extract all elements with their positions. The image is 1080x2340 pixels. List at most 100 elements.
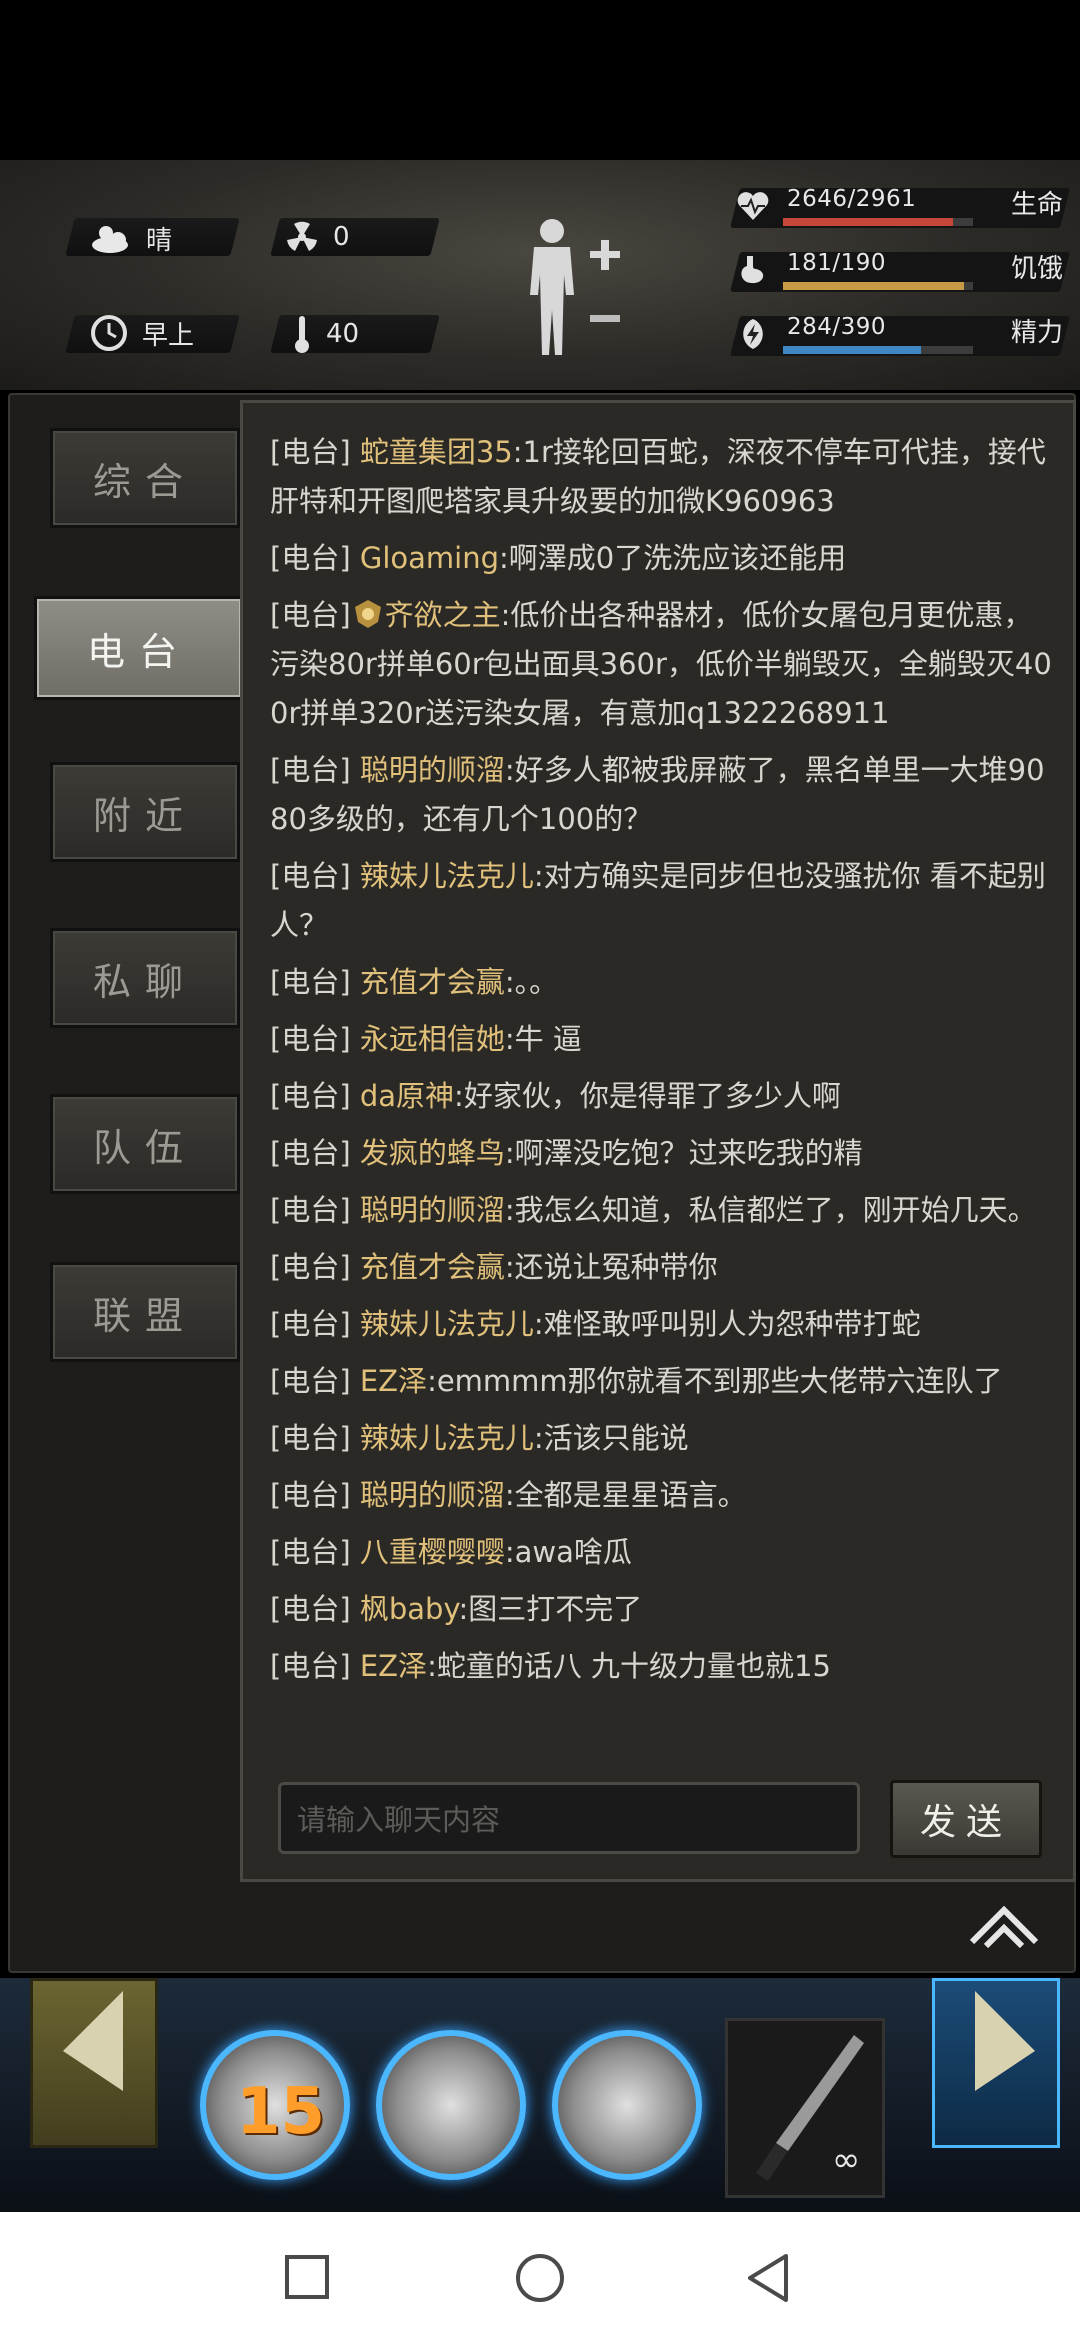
- channel-tag: [电台]: [270, 1307, 351, 1341]
- channel-tag: [电台]: [270, 1193, 351, 1227]
- tab-private[interactable]: 私聊: [50, 928, 240, 1028]
- hunger-label: 饥饿: [1010, 254, 1063, 284]
- stomach-icon: [741, 256, 764, 284]
- sender-name[interactable]: 充值才会赢: [360, 965, 505, 999]
- collapse-chevron-icon[interactable]: [968, 1902, 1040, 1950]
- sender-name[interactable]: 蛇童集团35: [360, 435, 513, 469]
- sender-name[interactable]: EZ泽: [360, 1364, 427, 1398]
- hunger-value: 181/190: [787, 250, 887, 276]
- channel-tag: [电台]: [270, 541, 351, 575]
- channel-tag: [电台]: [270, 1364, 351, 1398]
- tab-radio[interactable]: 电台: [34, 596, 244, 700]
- message-text: :图三打不完了: [458, 1592, 643, 1626]
- list-item: [电台] 充值才会赢:还说让冤种带你: [270, 1243, 1055, 1292]
- energy-stat: 284/390 精力: [730, 308, 1070, 358]
- prev-page-button[interactable]: [30, 1978, 158, 2148]
- energy-bar: [783, 346, 922, 354]
- chevron-right-icon: [975, 1991, 1035, 2091]
- sender-name[interactable]: 聪明的顺溜: [360, 1478, 505, 1512]
- message-text: :还说让冤种带你: [504, 1250, 718, 1284]
- message-text: :难怪敢呼叫别人为怨种带打蛇: [533, 1307, 921, 1341]
- skill-bar: [0, 1978, 1080, 2212]
- skill-slot-heal[interactable]: [552, 2030, 702, 2180]
- message-text: :活该只能说: [533, 1421, 689, 1455]
- channel-tag: [电台]: [270, 1079, 351, 1113]
- sender-name[interactable]: 辣妹儿法克儿: [360, 1421, 534, 1455]
- list-item: [电台] da原神:好家伙，你是得罪了多少人啊: [270, 1072, 1055, 1121]
- next-page-button[interactable]: [932, 1978, 1060, 2148]
- recent-apps-icon[interactable]: [284, 2254, 330, 2300]
- back-icon[interactable]: [744, 2252, 794, 2304]
- home-icon[interactable]: [514, 2252, 566, 2304]
- list-item: [电台] 聪明的顺溜:我怎么知道，私信都烂了，刚开始几天。: [270, 1186, 1055, 1235]
- channel-tag: [电台]: [270, 435, 351, 469]
- skill-level-label: 15: [236, 2075, 326, 2149]
- weapon-durability: ∞: [832, 2140, 861, 2180]
- sender-name[interactable]: 枫baby: [360, 1592, 459, 1626]
- health-bar: [783, 218, 953, 226]
- temperature-value: 40: [326, 319, 360, 349]
- sender-name[interactable]: 永远相信她: [360, 1022, 505, 1056]
- sender-name[interactable]: 发疯的蜂鸟: [360, 1136, 505, 1170]
- list-item: [电台] 八重樱嘤嘤:awa啥瓜: [270, 1528, 1055, 1577]
- message-text: :awa啥瓜: [504, 1535, 632, 1569]
- tab-alliance[interactable]: 联盟: [50, 1262, 240, 1362]
- chevron-left-icon: [63, 1991, 123, 2091]
- message-text: :牛 逼: [504, 1022, 582, 1056]
- tab-team[interactable]: 队伍: [50, 1094, 240, 1194]
- sender-name[interactable]: Gloaming: [360, 541, 499, 575]
- weapon-slot[interactable]: [725, 2018, 885, 2198]
- time-of-day-label: 早上: [142, 320, 195, 351]
- tab-nearby[interactable]: 附近: [50, 762, 240, 862]
- list-item: [电台] EZ泽:emmmm那你就看不到那些大佬带六连队了: [270, 1357, 1055, 1406]
- message-text: :。。: [504, 965, 559, 999]
- sender-name[interactable]: EZ泽: [360, 1649, 427, 1683]
- list-item: [电台] 辣妹儿法克儿:对方确实是同步但也没骚扰你 看不起别人？: [270, 852, 1055, 950]
- body-status-icon[interactable]: [520, 215, 630, 365]
- energy-label: 精力: [1010, 318, 1063, 348]
- channel-tag: [电台]: [270, 1592, 351, 1626]
- sender-name[interactable]: 辣妹儿法克儿: [360, 859, 534, 893]
- list-item: [电台] 聪明的顺溜:好多人都被我屏蔽了，黑名单里一大堆90 80多级的，还有几…: [270, 746, 1055, 844]
- sender-name[interactable]: 辣妹儿法克儿: [360, 1307, 534, 1341]
- radiation-indicator: 0: [285, 220, 350, 254]
- channel-tag: [电台]: [270, 1649, 351, 1683]
- chat-input[interactable]: 请输入聊天内容: [278, 1782, 860, 1854]
- message-list[interactable]: [电台] 蛇童集团35:1r接轮回百蛇，深夜不停车可代挂，接代肝特和开图爬塔家具…: [270, 428, 1055, 1728]
- tab-general[interactable]: 综合: [50, 428, 240, 528]
- channel-tag: [电台]: [270, 1022, 351, 1056]
- message-text: :我怎么知道，私信都烂了，刚开始几天。: [504, 1193, 1037, 1227]
- sender-name[interactable]: 齐欲之主: [385, 598, 501, 632]
- sender-name[interactable]: 充值才会赢: [360, 1250, 505, 1284]
- sender-name[interactable]: 八重樱嘤嘤: [360, 1535, 505, 1569]
- send-button[interactable]: 发送: [890, 1780, 1042, 1858]
- message-text: :emmmm那你就看不到那些大佬带六连队了: [427, 1364, 1003, 1398]
- system-nav-bar: [0, 2212, 1080, 2340]
- health-label: 生命: [1010, 190, 1063, 220]
- radiation-value: 0: [333, 222, 350, 252]
- energy-icon: [743, 319, 763, 349]
- channel-tag: [电台]: [270, 753, 351, 787]
- channel-tag: [电台]: [270, 1535, 351, 1569]
- message-text: :全都是星星语言。: [504, 1478, 747, 1512]
- channel-tag: [电台]: [270, 1136, 351, 1170]
- list-item: [电台] 永远相信她:牛 逼: [270, 1015, 1055, 1064]
- status-bar-area: [0, 0, 1080, 160]
- health-stat: 2646/2961 生命: [730, 180, 1070, 230]
- channel-tag: [电台]: [270, 598, 351, 632]
- list-item: [电台] Gloaming:啊澤成0了洗洗应该还能用: [270, 534, 1055, 583]
- hunger-bar: [783, 282, 965, 290]
- list-item: [电台] 枫baby:图三打不完了: [270, 1585, 1055, 1634]
- list-item: [电台] 发疯的蜂鸟:啊澤没吃饱？过来吃我的精: [270, 1129, 1055, 1178]
- sender-name[interactable]: da原神: [360, 1079, 454, 1113]
- sender-name[interactable]: 聪明的顺溜: [360, 1193, 505, 1227]
- message-text: :蛇童的话八 九十级力量也就15: [427, 1649, 831, 1683]
- time-indicator: 早上: [90, 314, 194, 352]
- message-text: :啊澤没吃饱？过来吃我的精: [504, 1136, 863, 1170]
- skill-slot-fight[interactable]: [376, 2030, 526, 2180]
- sender-name[interactable]: 聪明的顺溜: [360, 753, 505, 787]
- clock-icon: [91, 315, 127, 351]
- list-item: [电台] 聪明的顺溜:全都是星星语言。: [270, 1471, 1055, 1520]
- message-text: :啊澤成0了洗洗应该还能用: [499, 541, 847, 575]
- list-item: [电台] 充值才会赢:。。: [270, 958, 1055, 1007]
